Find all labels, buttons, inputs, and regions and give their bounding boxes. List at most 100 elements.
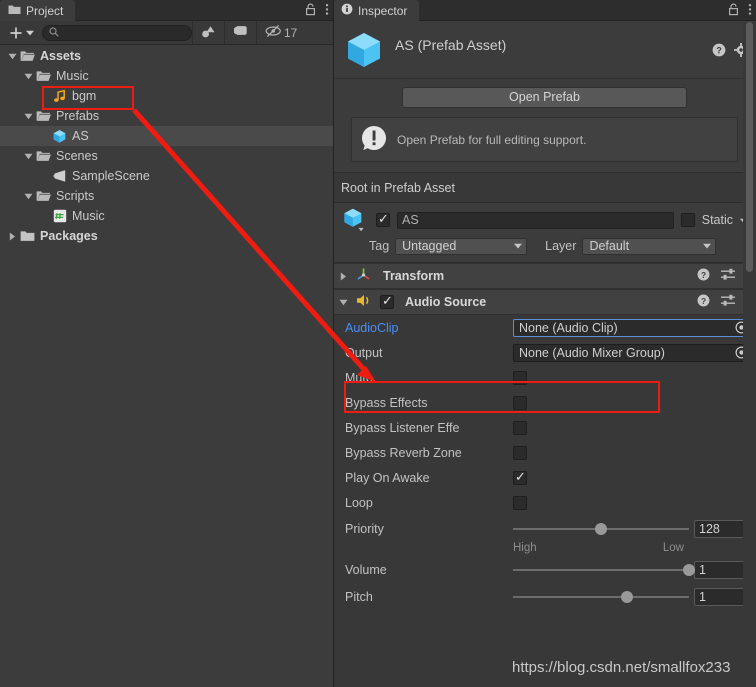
tree-item-as[interactable]: AS: [0, 126, 333, 146]
inspector-tab-icons: [728, 0, 752, 21]
folder-open-icon: [35, 110, 52, 122]
open-prefab-button[interactable]: Open Prefab: [402, 87, 687, 108]
component-header-audio-source[interactable]: Audio Source ?: [333, 289, 756, 315]
tab-inspector[interactable]: Inspector: [333, 0, 420, 21]
toggle-bypass-effects[interactable]: [513, 395, 527, 410]
object-field-output[interactable]: None (Audio Mixer Group): [513, 343, 750, 362]
helpbox-text: Open Prefab for full editing support.: [397, 132, 587, 147]
tree-item-label: Music: [72, 209, 105, 223]
tree-item-packages[interactable]: Packages: [0, 226, 333, 246]
lock-icon[interactable]: [305, 3, 316, 19]
component-title: Transform: [383, 269, 445, 283]
slider-knob[interactable]: [621, 590, 634, 603]
inspector-scrollbar[interactable]: [743, 22, 756, 687]
property-label: Priority: [345, 521, 384, 536]
folder-icon: [19, 230, 36, 242]
audio-source-enabled-checkbox[interactable]: [380, 293, 394, 309]
foldout-right-icon[interactable]: [337, 272, 350, 281]
help-circle-icon[interactable]: ?: [697, 294, 710, 310]
hidden-assets-button[interactable]: 17: [257, 21, 303, 45]
property-row-priority: Priority 128: [333, 515, 756, 542]
project-tabbar: Project: [0, 0, 333, 21]
help-circle-icon[interactable]: ?: [712, 43, 726, 60]
scrollbar-thumb[interactable]: [746, 22, 753, 272]
property-row-mute: Mute: [333, 365, 756, 390]
property-row-bypass-listener-effe: Bypass Listener Effe: [333, 415, 756, 440]
create-asset-button[interactable]: [0, 24, 42, 42]
toggle-play-on-awake[interactable]: [513, 469, 527, 485]
tree-item-prefabs[interactable]: Prefabs: [0, 106, 333, 126]
tree-item-samplescene[interactable]: SampleScene: [0, 166, 333, 186]
foldout-down-icon[interactable]: [22, 113, 35, 120]
preset-sliders-icon[interactable]: [721, 268, 735, 284]
help-circle-icon[interactable]: ?: [697, 268, 710, 284]
kebab-menu-icon[interactable]: [325, 3, 329, 19]
tag-dropdown[interactable]: Untagged: [395, 237, 528, 255]
toggle-bypass-listener-effe[interactable]: [513, 420, 527, 435]
tree-item-scenes[interactable]: Scenes: [0, 146, 333, 166]
slider-knob[interactable]: [595, 522, 607, 535]
svg-text:?: ?: [716, 46, 722, 56]
audio-clip-icon: [51, 89, 68, 103]
tree-item-label: AS: [72, 129, 89, 143]
tree-item-music[interactable]: Music: [0, 206, 333, 226]
slider-knob[interactable]: [683, 563, 695, 576]
foldout-down-icon[interactable]: [22, 73, 35, 80]
page-title: AS (Prefab Asset): [395, 37, 507, 53]
tree-item-assets[interactable]: Assets: [0, 46, 333, 66]
component-header-transform[interactable]: Transform ?: [333, 263, 756, 289]
slider-hint-left: High: [513, 542, 537, 554]
transform-axis-icon: [355, 266, 372, 286]
info-icon: [341, 3, 353, 18]
project-asset-tree[interactable]: Assets Music bgm Prefabs AS Scenes SampleScene…: [0, 46, 333, 687]
tree-item-label: Scripts: [56, 189, 95, 203]
search-box[interactable]: [42, 24, 192, 41]
tree-item-label: Scenes: [56, 149, 98, 163]
prefab-cube-icon: [51, 129, 68, 144]
prefab-cube-icon[interactable]: [341, 207, 369, 233]
toggle-mute[interactable]: [513, 370, 527, 385]
property-row-play-on-awake: Play On Awake: [333, 465, 756, 490]
search-input[interactable]: [63, 26, 185, 39]
slider-pitch[interactable]: [513, 590, 689, 604]
project-panel: Project 17 Assets Music bgm Prefabs AS S…: [0, 0, 333, 687]
tree-item-music[interactable]: Music: [0, 66, 333, 86]
foldout-down-icon[interactable]: [6, 53, 19, 60]
property-row-bypass-effects: Bypass Effects: [333, 390, 756, 415]
object-field-value: None (Audio Clip): [519, 320, 618, 335]
tab-project[interactable]: Project: [0, 0, 76, 21]
kebab-menu-icon[interactable]: [748, 3, 752, 19]
gameobject-header: AS Static Tag Untagged Layer Default: [333, 203, 756, 263]
tag-value: Untagged: [402, 239, 457, 253]
static-checkbox[interactable]: [680, 213, 695, 227]
layer-dropdown[interactable]: Default: [582, 237, 717, 255]
property-label: Loop: [345, 495, 373, 510]
tree-item-bgm[interactable]: bgm: [0, 86, 333, 106]
gameobject-enabled-checkbox[interactable]: [376, 211, 390, 227]
property-row-pitch: Pitch 1: [333, 583, 756, 610]
slider-volume[interactable]: [513, 563, 695, 577]
filter-by-label-button[interactable]: [225, 21, 256, 45]
foldout-right-icon[interactable]: [6, 232, 19, 241]
tag-label: Tag: [369, 239, 390, 253]
tree-item-scripts[interactable]: Scripts: [0, 186, 333, 206]
slider-priority[interactable]: [513, 522, 689, 536]
toggle-bypass-reverb-zone[interactable]: [513, 445, 527, 460]
gameobject-name-field[interactable]: AS: [397, 211, 674, 229]
search-wrap: [42, 24, 192, 41]
toggle-loop[interactable]: [513, 495, 527, 510]
foldout-down-icon[interactable]: [22, 153, 35, 160]
property-label: Bypass Listener Effe: [345, 420, 460, 435]
preset-sliders-icon[interactable]: [721, 294, 735, 310]
foldout-down-icon[interactable]: [22, 193, 35, 200]
tab-project-label: Project: [26, 3, 64, 18]
filter-by-type-button[interactable]: [193, 21, 224, 45]
info-exclamation-icon: [360, 124, 388, 155]
object-field-audioclip[interactable]: None (Audio Clip): [513, 318, 750, 337]
tree-item-label: Assets: [40, 49, 81, 63]
audio-source-speaker-icon: [355, 293, 372, 311]
lock-icon[interactable]: [728, 3, 739, 19]
panel-divider[interactable]: [333, 0, 334, 687]
tree-item-label: bgm: [72, 89, 97, 103]
foldout-down-icon[interactable]: [337, 299, 350, 306]
